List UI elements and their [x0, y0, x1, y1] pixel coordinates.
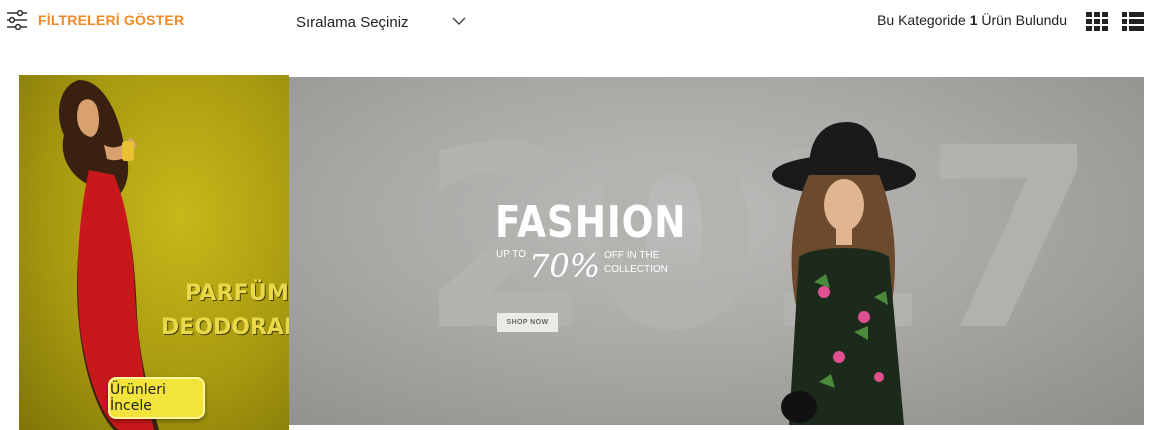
- grid-view-button[interactable]: [1086, 12, 1108, 37]
- fashion-sale-banner[interactable]: 2017 FASHION UP TO 70% OFF IN THE COLLEC…: [289, 77, 1144, 425]
- banner-up-to: UP TO: [496, 249, 527, 260]
- shop-now-button[interactable]: SHOP NOW: [497, 313, 558, 332]
- grid-view-icon: [1086, 12, 1108, 36]
- chevron-down-icon: [452, 13, 466, 31]
- perfume-deodorant-banner[interactable]: PARFÜM & DEODORANT Ürünleri İncele: [19, 75, 289, 430]
- banner-off-in: OFF IN THE: [604, 250, 660, 261]
- banner-line-2: DEODORANT: [161, 315, 289, 340]
- banner-line-1: PARFÜM &: [185, 281, 289, 306]
- sort-select-label: Sıralama Seçiniz: [296, 13, 409, 31]
- view-products-button[interactable]: Ürünleri İncele: [108, 377, 205, 419]
- show-filters-label: FİLTRELERİ GÖSTER: [38, 12, 185, 28]
- show-filters-button[interactable]: FİLTRELERİ GÖSTER: [6, 10, 184, 30]
- model-hat-image: [772, 122, 916, 425]
- banner-collection: COLLECTION: [604, 264, 668, 275]
- result-count: 1: [969, 12, 978, 28]
- listing-toolbar: FİLTRELERİ GÖSTER Sıralama Seçiniz Bu Ka…: [0, 0, 1153, 44]
- banner-percent: 70%: [529, 247, 601, 285]
- banner-headline: FASHION: [495, 197, 687, 248]
- result-count-text: Bu Kategoride 1 Ürün Bulundu: [877, 12, 1067, 28]
- list-view-icon: [1122, 12, 1144, 36]
- result-suffix: Ürün Bulundu: [981, 12, 1067, 28]
- sort-select[interactable]: Sıralama Seçiniz: [296, 12, 466, 32]
- result-prefix: Bu Kategoride: [877, 12, 966, 28]
- filter-sliders-icon: [6, 10, 28, 30]
- list-view-button[interactable]: [1122, 12, 1144, 37]
- banner-off-text: OFF IN THE COLLECTION: [604, 249, 668, 277]
